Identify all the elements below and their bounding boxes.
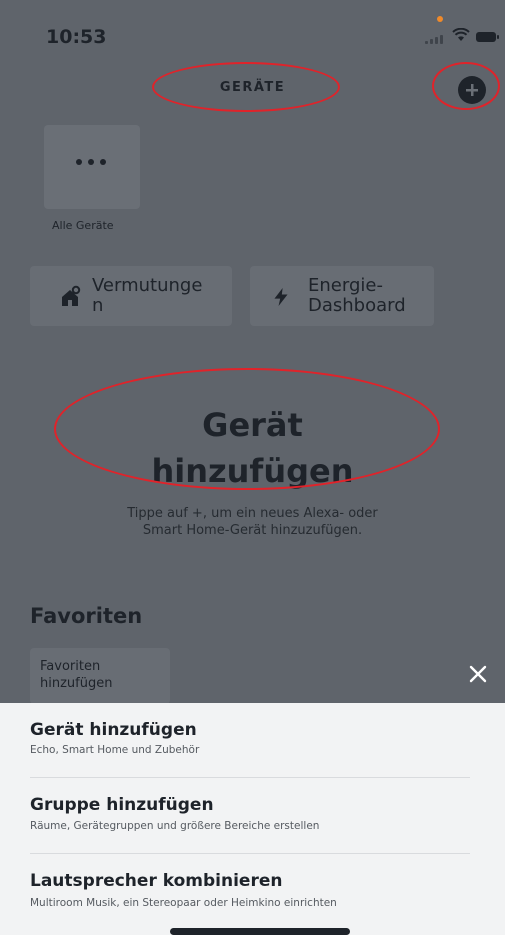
all-devices-label: Alle Geräte — [52, 219, 114, 232]
sheet-item-add-device[interactable]: Gerät hinzufügen Echo, Smart Home und Zu… — [0, 703, 505, 777]
battery-icon — [476, 32, 499, 42]
sheet-item-title: Lautsprecher kombinieren — [30, 871, 283, 891]
close-icon — [469, 665, 487, 683]
more-dots-icon — [76, 159, 106, 165]
add-favorites-label: Favoriten hinzufügen — [40, 659, 113, 691]
favorites-heading: Favoriten — [30, 604, 143, 628]
lightning-icon — [274, 288, 288, 306]
chip-label: Energie- Dashboard — [308, 275, 406, 316]
smart-home-icon — [62, 285, 81, 306]
sheet-item-subtitle: Räume, Gerätegruppen und größere Bereich… — [30, 820, 320, 832]
add-action-sheet: Gerät hinzufügen Echo, Smart Home und Zu… — [0, 703, 505, 935]
status-bar: 10:53 — [0, 0, 505, 60]
add-favorites-tile[interactable]: Favoriten hinzufügen — [30, 648, 170, 704]
sheet-item-subtitle: Echo, Smart Home und Zubehör — [30, 744, 200, 756]
sheet-item-add-group[interactable]: Gruppe hinzufügen Räume, Gerätegruppen u… — [0, 778, 505, 852]
cellular-signal-icon — [425, 34, 445, 44]
all-devices-tile[interactable] — [44, 125, 140, 209]
empty-state-description: Tippe auf +, um ein neues Alexa- oder Sm… — [127, 506, 378, 538]
sheet-item-title: Gerät hinzufügen — [30, 720, 197, 740]
sheet-item-subtitle: Multiroom Musik, ein Stereopaar oder Hei… — [30, 897, 337, 909]
wifi-icon — [452, 28, 470, 41]
page-title: GERÄTE — [219, 80, 286, 95]
status-time: 10:53 — [46, 26, 107, 48]
plus-circle-icon — [466, 84, 478, 96]
empty-state-title: Gerät hinzufügen — [151, 406, 354, 490]
sheet-item-combine-speakers[interactable]: Lautsprecher kombinieren Multiroom Musik… — [0, 854, 505, 928]
privacy-indicator-dot — [437, 16, 443, 22]
home-indicator[interactable] — [170, 928, 350, 935]
chip-energy-dashboard[interactable]: Energie- Dashboard — [250, 266, 434, 326]
sheet-item-title: Gruppe hinzufügen — [30, 795, 214, 815]
chip-vermutungen[interactable]: Vermutunge n — [30, 266, 232, 326]
close-sheet-button[interactable] — [466, 662, 490, 686]
chip-label: Vermutunge n — [92, 275, 203, 316]
add-device-button[interactable] — [458, 76, 486, 104]
